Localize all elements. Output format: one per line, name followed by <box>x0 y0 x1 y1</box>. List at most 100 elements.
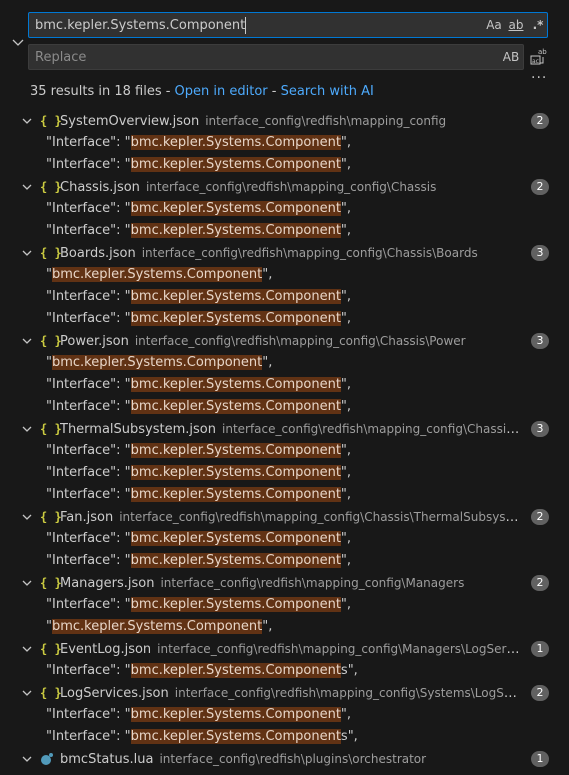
preserve-case-icon[interactable]: AB <box>501 47 521 67</box>
file-name: Fan.json <box>60 510 114 525</box>
match-highlight: bmc.kepler.Systems.Component <box>130 597 341 612</box>
file-result-row[interactable]: { } LogServices.json interface_config\redf… <box>0 682 569 704</box>
file-label: Power.json interface_config\redfish\mappi… <box>60 330 522 353</box>
match-prefix: "Interface": " <box>46 553 131 568</box>
chevron-down-icon[interactable] <box>20 113 34 129</box>
match-prefix: "Interface": " <box>46 135 131 150</box>
file-result-row[interactable]: { } Boards.json interface_config\redfish\m… <box>0 242 569 264</box>
replace-input[interactable] <box>35 45 475 69</box>
chevron-down-icon[interactable] <box>20 333 34 349</box>
match-highlight: bmc.kepler.Systems.Component <box>130 729 341 744</box>
replace-all-icon[interactable]: ab ac <box>529 47 561 71</box>
match-prefix: "Interface": " <box>46 311 131 326</box>
chevron-down-icon[interactable] <box>20 641 34 657</box>
regex-icon[interactable]: .* <box>529 15 547 35</box>
match-line[interactable]: "Interface": "bmc.kepler.Systems.Compone… <box>0 198 569 220</box>
file-name: Chassis.json <box>60 180 140 195</box>
file-label: SystemOverview.json interface_config\redf… <box>60 110 522 133</box>
file-result-row[interactable]: { } EventLog.json interface_config\redfish… <box>0 638 569 660</box>
json-file-icon: { } <box>40 114 62 128</box>
chevron-down-icon[interactable] <box>20 245 34 261</box>
match-highlight: bmc.kepler.Systems.Component <box>51 267 263 282</box>
match-line[interactable]: "Interface": "bmc.kepler.Systems.Compone… <box>0 132 569 154</box>
file-path: interface_config\redfish\mapping_config\… <box>145 180 437 194</box>
chevron-down-icon[interactable] <box>20 685 34 701</box>
match-highlight: bmc.kepler.Systems.Component <box>130 289 341 304</box>
file-path: interface_config\redfish\mapping_config\… <box>141 246 478 260</box>
match-line[interactable]: "Interface": "bmc.kepler.Systems.Compone… <box>0 704 569 726</box>
more-actions-icon[interactable]: ··· <box>531 70 547 86</box>
file-label: Boards.json interface_config\redfish\mapp… <box>60 242 522 265</box>
file-label: bmcStatus.lua interface_config\redfish\pl… <box>60 748 522 771</box>
json-file-icon: { } <box>40 686 62 700</box>
match-highlight: bmc.kepler.Systems.Component <box>130 135 341 150</box>
file-name: SystemOverview.json <box>60 114 200 129</box>
match-count-badge: 1 <box>531 641 549 657</box>
match-count-badge: 3 <box>531 421 549 437</box>
toggle-replace-chevron-icon[interactable] <box>10 34 26 50</box>
match-line[interactable]: "bmc.kepler.Systems.Component", <box>0 352 569 374</box>
match-line[interactable]: "Interface": "bmc.kepler.Systems.Compone… <box>0 484 569 506</box>
search-with-ai-link[interactable]: Search with AI <box>281 84 374 99</box>
match-line[interactable]: "bmc.kepler.Systems.Component", <box>0 264 569 286</box>
match-prefix: "Interface": " <box>46 443 131 458</box>
match-line[interactable]: "Interface": "bmc.kepler.Systems.Compone… <box>0 528 569 550</box>
match-highlight: bmc.kepler.Systems.Component <box>130 201 341 216</box>
file-name: LogServices.json <box>60 686 169 701</box>
match-highlight: bmc.kepler.Systems.Component <box>130 465 341 480</box>
match-line[interactable]: "bmc.kepler.Systems.Component", <box>0 616 569 638</box>
file-result-row[interactable]: { } SystemOverview.json interface_config\r… <box>0 110 569 132</box>
file-result-row[interactable]: { } Chassis.json interface_config\redfish\… <box>0 176 569 198</box>
chevron-down-icon[interactable] <box>20 421 34 437</box>
match-highlight: bmc.kepler.Systems.Component <box>130 531 341 546</box>
match-prefix: "Interface": " <box>46 597 131 612</box>
file-result-row[interactable]: { } Power.json interface_config\redfish\ma… <box>0 330 569 352</box>
match-suffix: s", <box>340 663 358 678</box>
match-line[interactable]: "Interface": "bmc.kepler.Systems.Compone… <box>0 396 569 418</box>
file-result-row[interactable]: { } Fan.json interface_config\redfish\mapp… <box>0 506 569 528</box>
match-prefix: "Interface": " <box>46 377 131 392</box>
chevron-down-icon[interactable] <box>20 575 34 591</box>
file-label: Fan.json interface_config\redfish\mapping… <box>60 506 522 529</box>
match-line[interactable]: "Interface": "bmc.kepler.Systems.Compone… <box>0 154 569 176</box>
match-prefix: "Interface": " <box>46 465 131 480</box>
chevron-down-icon[interactable] <box>20 751 34 767</box>
chevron-down-icon[interactable] <box>20 179 34 195</box>
match-line[interactable]: "Interface": "bmc.kepler.Systems.Compone… <box>0 440 569 462</box>
match-prefix: "Interface": " <box>46 531 131 546</box>
file-result-row[interactable]: { } Managers.json interface_config\redfish… <box>0 572 569 594</box>
match-highlight: bmc.kepler.Systems.Component <box>130 311 341 326</box>
match-highlight: bmc.kepler.Systems.Component <box>51 619 263 634</box>
match-whole-word-icon[interactable]: ab <box>507 15 525 35</box>
match-line[interactable]: "Interface": "bmc.kepler.Systems.Compone… <box>0 660 569 682</box>
chevron-down-icon[interactable] <box>20 509 34 525</box>
results-summary: 35 results in 18 files - Open in editor … <box>30 84 374 99</box>
file-result-row[interactable]: { } ThermalSubsystem.json interface_config… <box>0 418 569 440</box>
search-input[interactable] <box>35 13 475 37</box>
match-suffix: ", <box>262 355 273 370</box>
match-line[interactable]: "Interface": "bmc.kepler.Systems.Compone… <box>0 220 569 242</box>
match-case-icon[interactable]: Aa <box>485 15 503 35</box>
match-line[interactable]: "Interface": "bmc.kepler.Systems.Compone… <box>0 462 569 484</box>
file-result-row[interactable]: bmcStatus.lua interface_config\redfish\pl… <box>0 748 569 770</box>
match-suffix: ", <box>340 443 352 458</box>
match-prefix: "Interface": " <box>46 157 131 172</box>
svg-text:ac: ac <box>532 58 539 65</box>
file-name: EventLog.json <box>60 642 152 657</box>
file-label: LogServices.json interface_config\redfish… <box>60 682 522 705</box>
file-label: Chassis.json interface_config\redfish\map… <box>60 176 522 199</box>
match-highlight: bmc.kepler.Systems.Component <box>130 663 341 678</box>
match-suffix: ", <box>262 619 273 634</box>
match-suffix: ", <box>340 311 352 326</box>
open-in-editor-link[interactable]: Open in editor <box>175 84 268 99</box>
match-line[interactable]: "Interface": "bmc.kepler.Systems.Compone… <box>0 374 569 396</box>
match-line[interactable]: "Interface": "bmc.kepler.Systems.Compone… <box>0 726 569 748</box>
match-highlight: bmc.kepler.Systems.Component <box>51 355 263 370</box>
match-count-badge: 2 <box>531 575 549 591</box>
match-line[interactable]: "Interface": "bmc.kepler.Systems.Compone… <box>0 594 569 616</box>
match-line[interactable]: "Interface": "bmc.kepler.Systems.Compone… <box>0 308 569 330</box>
match-suffix: ", <box>340 487 352 502</box>
match-suffix: ", <box>340 377 352 392</box>
match-line[interactable]: "Interface": "bmc.kepler.Systems.Compone… <box>0 550 569 572</box>
match-line[interactable]: "Interface": "bmc.kepler.Systems.Compone… <box>0 286 569 308</box>
